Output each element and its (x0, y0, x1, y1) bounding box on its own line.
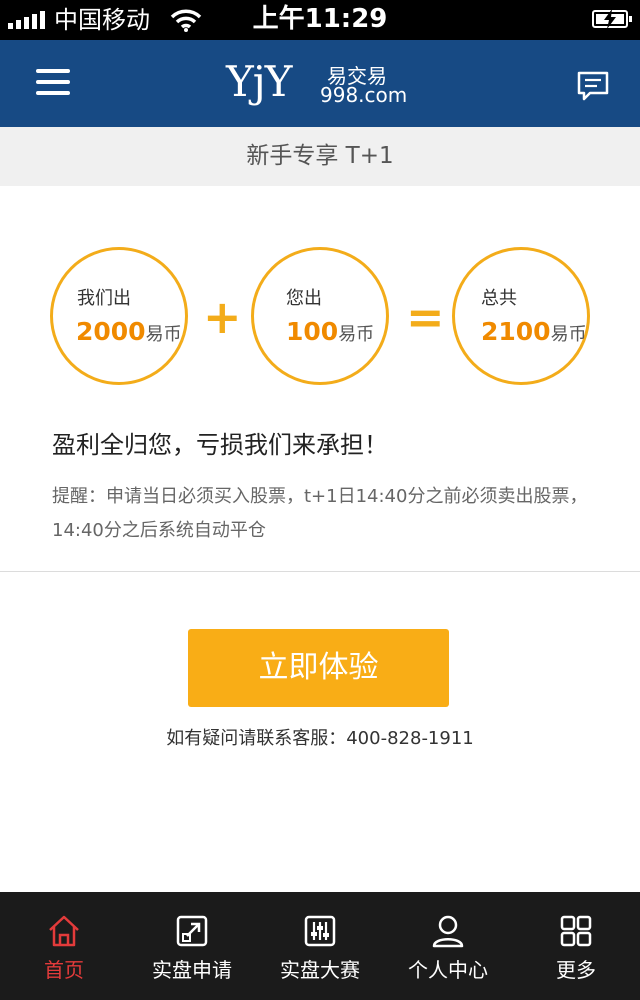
you-contribute-label: 您出 (286, 288, 322, 309)
tab-home[interactable]: 首页 (0, 892, 128, 1000)
tab-home-label: 首页 (44, 958, 84, 982)
currency-unit: 易币 (145, 324, 182, 345)
try-now-button[interactable]: 立即体验 (188, 629, 449, 707)
reminder-text: 提醒：申请当日必须买入股票，t+1日14:40分之前必须卖出股票，14:40分之… (52, 486, 588, 541)
tab-more-label: 更多 (556, 958, 596, 982)
currency-unit: 易币 (338, 324, 375, 345)
user-icon (432, 915, 464, 948)
grid-icon (560, 915, 592, 947)
logo-domain: 998.com (320, 83, 408, 107)
you-contribute-circle: 您出 100易币 (251, 247, 389, 385)
message-icon[interactable] (576, 70, 610, 102)
tab-real-apply[interactable]: 实盘申请 (128, 892, 256, 1000)
logo[interactable]: YjY 易交易 998.com (226, 58, 407, 108)
we-contribute-amount: 2000 (76, 317, 146, 346)
we-contribute-circle: 我们出 2000易币 (50, 247, 188, 385)
tab-more[interactable]: 更多 (512, 892, 640, 1000)
bottom-tab-bar: 首页 实盘申请 实盘大赛 个人中心 更多 (0, 892, 640, 1000)
we-contribute-value: 2000易币 (53, 317, 185, 350)
plus-sign: + (203, 290, 242, 344)
tab-contest-label: 实盘大赛 (280, 958, 360, 982)
total-amount: 2100 (481, 317, 551, 346)
contact-info: 如有疑问请联系客服：400-828-1911 (166, 728, 474, 749)
tab-real-apply-label: 实盘申请 (152, 958, 232, 982)
home-icon (49, 915, 79, 947)
hamburger-menu-icon[interactable] (36, 69, 70, 97)
currency-unit: 易币 (550, 324, 587, 345)
you-contribute-amount: 100 (286, 317, 339, 346)
you-contribute-value: 100易币 (254, 317, 386, 350)
battery-charging-icon (592, 9, 632, 29)
divider (0, 571, 640, 572)
status-bar: 中国移动 上午11:29 (0, 0, 640, 40)
total-label: 总共 (481, 288, 517, 309)
app-header: YjY 易交易 998.com (0, 40, 640, 127)
total-value: 2100易币 (455, 317, 587, 350)
tab-profile[interactable]: 个人中心 (384, 892, 512, 1000)
equals-sign: = (406, 290, 445, 344)
sliders-icon (304, 915, 336, 947)
external-link-icon (176, 915, 208, 947)
logo-mark: YjY (226, 57, 292, 106)
clock: 上午11:29 (252, 4, 388, 34)
profit-headline: 盈利全归您，亏损我们来承担！ (52, 431, 388, 459)
total-circle: 总共 2100易币 (452, 247, 590, 385)
tab-contest[interactable]: 实盘大赛 (256, 892, 384, 1000)
page-subtitle: 新手专享 T+1 (0, 127, 640, 186)
we-contribute-label: 我们出 (77, 288, 131, 309)
tab-profile-label: 个人中心 (408, 958, 488, 982)
